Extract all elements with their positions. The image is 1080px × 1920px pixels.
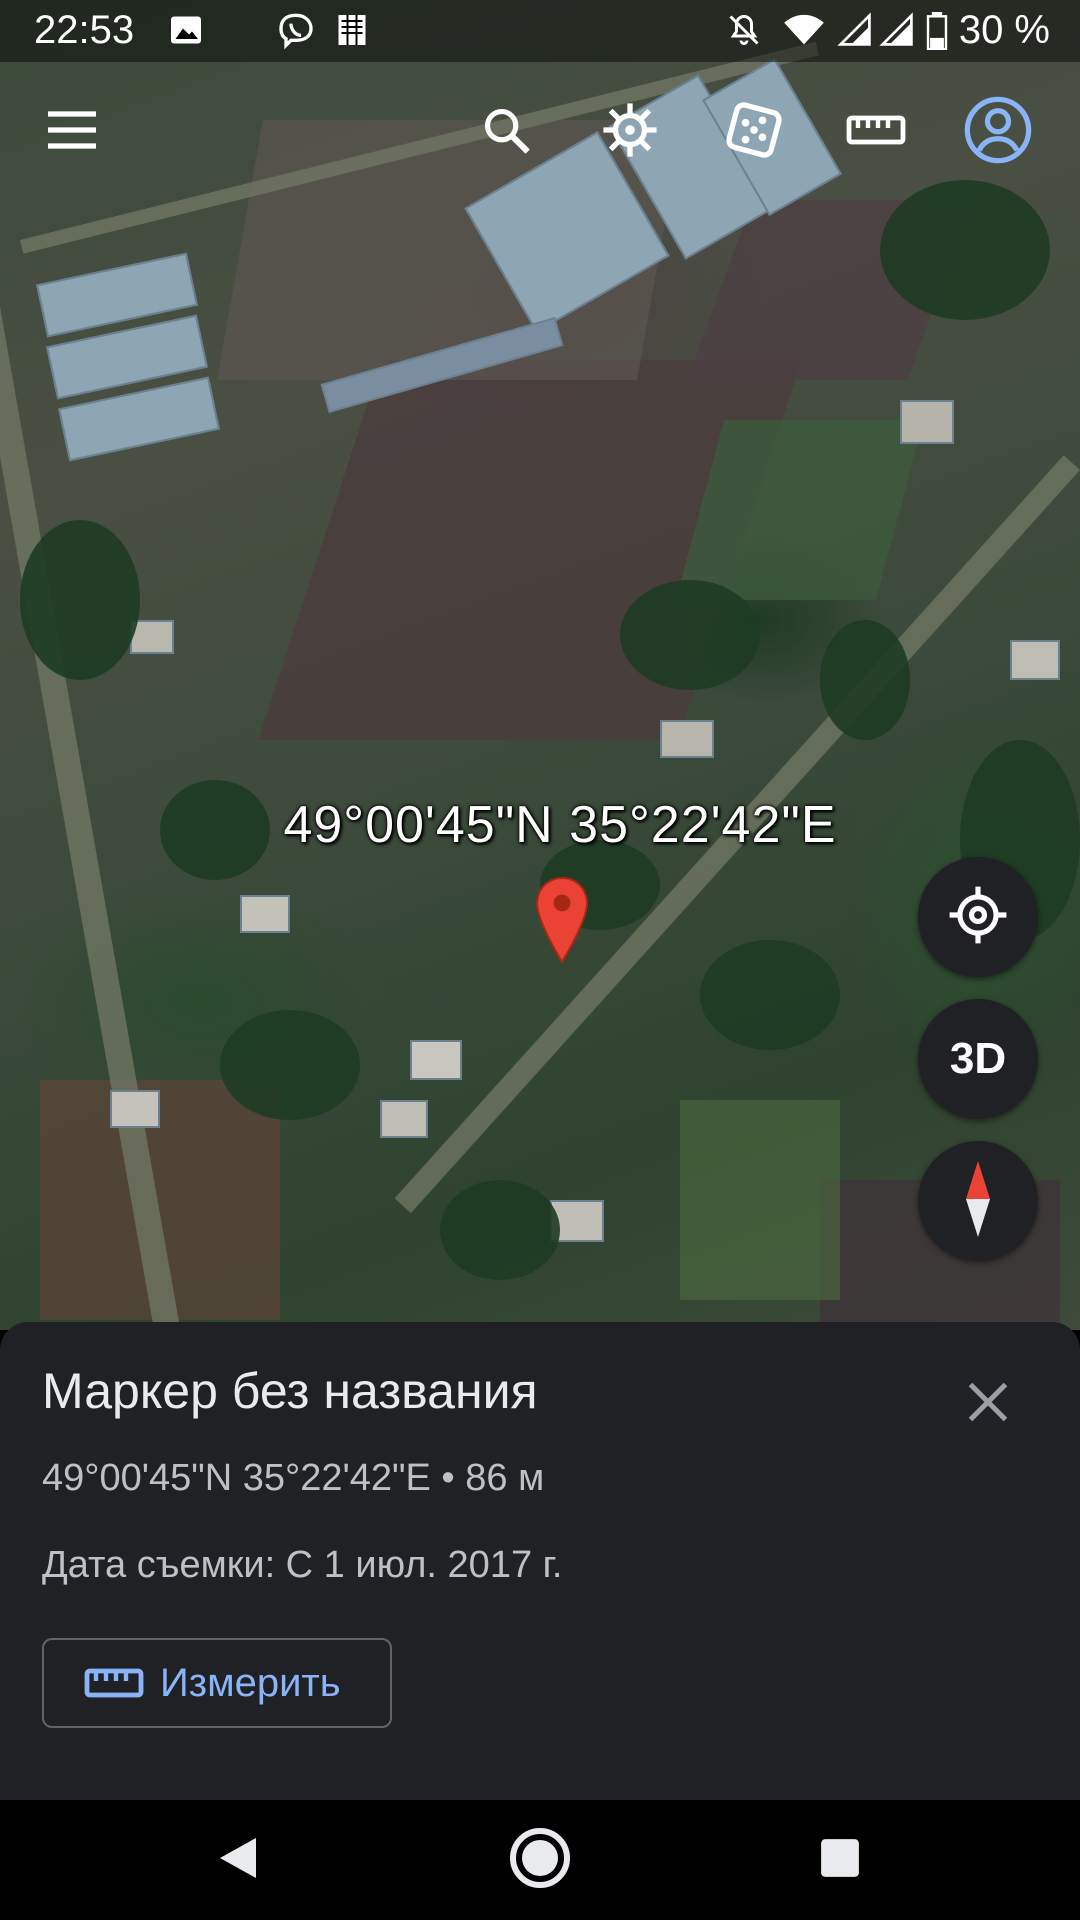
3d-toggle-button[interactable]: 3D xyxy=(918,999,1038,1119)
ruler-icon xyxy=(846,112,906,153)
placemark-label: 49°00'45"N 35°22'42"E xyxy=(283,796,837,854)
signal-icon xyxy=(878,12,916,53)
measure-button[interactable]: Измерить xyxy=(42,1638,392,1728)
house xyxy=(410,1040,462,1080)
bell-off-icon xyxy=(726,12,762,53)
compass-icon xyxy=(958,1159,998,1244)
close-button[interactable] xyxy=(958,1372,1018,1432)
gallery-icon xyxy=(334,12,370,53)
voyager-icon xyxy=(601,101,659,164)
placemark-coordinates: 49°00'45"N 35°22'42"E • 86 м xyxy=(42,1457,545,1499)
ruler-icon xyxy=(84,1665,144,1701)
navigation-bar xyxy=(0,1800,1080,1920)
tree xyxy=(440,1180,560,1280)
tree xyxy=(820,620,910,740)
tree xyxy=(20,520,140,680)
feeling-lucky-button[interactable] xyxy=(718,96,790,168)
recents-button[interactable] xyxy=(808,1828,872,1892)
tree xyxy=(880,180,1050,320)
home-icon xyxy=(508,1826,572,1895)
house xyxy=(900,400,954,444)
voyager-button[interactable] xyxy=(594,96,666,168)
placemark-bottom-sheet: Маркер без названия 49°00'45"N 35°22'42"… xyxy=(0,1322,1080,1800)
field-plot xyxy=(680,1100,840,1300)
battery-icon xyxy=(926,12,948,55)
tree xyxy=(700,940,840,1050)
back-icon xyxy=(216,1834,260,1887)
signal-icon xyxy=(836,12,874,53)
status-time: 22:53 xyxy=(34,8,135,52)
account-icon xyxy=(963,95,1033,170)
close-icon xyxy=(958,1382,1018,1436)
recents-icon xyxy=(819,1837,861,1884)
measure-toolbar-button[interactable] xyxy=(840,96,912,168)
wifi-icon xyxy=(782,12,826,53)
house xyxy=(240,895,290,933)
satellite-map[interactable] xyxy=(0,0,1080,1330)
viber-icon xyxy=(276,12,316,57)
placemark-title: Маркер без названия xyxy=(42,1363,538,1419)
tree xyxy=(220,1010,360,1120)
menu-button[interactable] xyxy=(36,96,108,168)
menu-icon xyxy=(46,110,98,155)
placemark-pin-icon[interactable] xyxy=(534,876,590,969)
imagery-date: Дата съемки: С 1 июл. 2017 г. xyxy=(42,1544,563,1586)
dice-icon xyxy=(725,101,783,164)
battery-percent: 30 % xyxy=(958,8,1050,52)
measure-button-label: Измерить xyxy=(160,1660,341,1705)
my-location-icon xyxy=(947,884,1009,951)
house xyxy=(110,1090,160,1128)
search-button[interactable] xyxy=(470,96,542,168)
house xyxy=(660,720,714,758)
my-location-button[interactable] xyxy=(918,857,1038,977)
search-icon xyxy=(480,104,532,161)
status-bar: 22:53 30 % xyxy=(0,0,1080,62)
home-button[interactable] xyxy=(508,1826,572,1895)
tree xyxy=(620,580,760,690)
compass-button[interactable] xyxy=(918,1141,1038,1261)
back-button[interactable] xyxy=(206,1828,270,1892)
account-button[interactable] xyxy=(962,96,1034,168)
house xyxy=(1010,640,1060,680)
image-icon xyxy=(168,12,204,53)
house xyxy=(380,1100,428,1138)
